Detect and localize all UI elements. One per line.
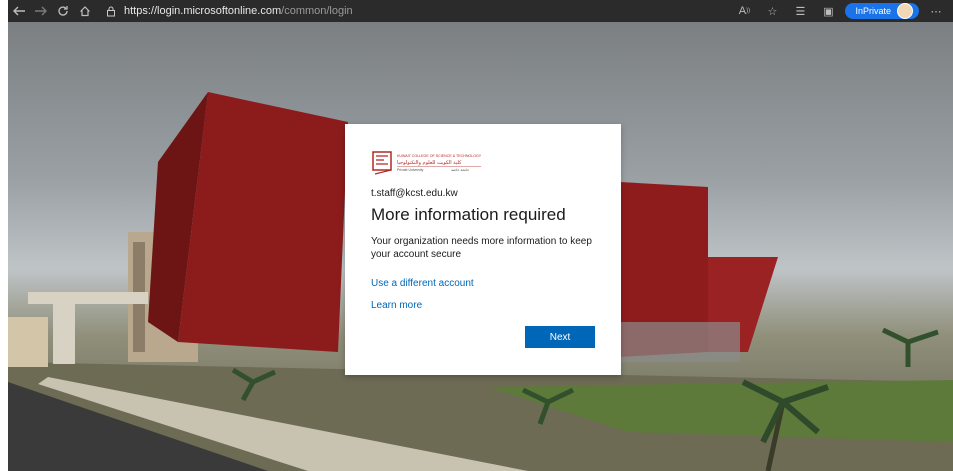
toolbar-right: A)) ☆ ☰ ▣ InPrivate ⋯ — [733, 0, 947, 22]
add-favorite-icon[interactable]: ☆ — [761, 0, 783, 22]
collections-icon[interactable]: ▣ — [817, 0, 839, 22]
more-icon[interactable]: ⋯ — [925, 0, 947, 22]
inprivate-label: InPrivate — [855, 6, 891, 16]
description-text: Your organization needs more information… — [371, 236, 592, 260]
logo-sub-ar: جامعة خاصة — [451, 168, 469, 172]
refresh-icon[interactable] — [52, 0, 74, 22]
profile-icon — [897, 3, 913, 19]
read-aloud-icon[interactable]: A)) — [733, 0, 755, 22]
favorites-icon[interactable]: ☰ — [789, 0, 811, 22]
logo-text-ar: كلية الكويت للعلوم والتكنولوجيا — [397, 160, 462, 166]
back-icon[interactable] — [8, 0, 30, 22]
logo-text-en: KUWAIT COLLEGE OF SCIENCE & TECHNOLOGY — [397, 154, 482, 158]
inprivate-badge[interactable]: InPrivate — [845, 3, 919, 19]
url-path: /common/login — [281, 5, 353, 17]
left-edge — [0, 0, 8, 471]
page-title: More information required — [371, 205, 566, 224]
next-button[interactable]: Next — [525, 326, 595, 348]
browser-toolbar: https://login.microsoftonline.com/common… — [8, 0, 953, 22]
use-different-account-link[interactable]: Use a different account — [371, 278, 474, 289]
home-icon[interactable] — [74, 0, 96, 22]
kcst-logo: KUWAIT COLLEGE OF SCIENCE & TECHNOLOGY ك… — [371, 150, 483, 176]
lock-icon[interactable] — [104, 6, 118, 17]
forward-icon[interactable] — [30, 0, 52, 22]
account-email: t.staff@kcst.edu.kw — [371, 188, 458, 199]
url-host: https://login.microsoftonline.com — [124, 5, 282, 17]
sign-in-card: KUWAIT COLLEGE OF SCIENCE & TECHNOLOGY ك… — [345, 124, 621, 375]
logo-sub-en: Private University — [397, 168, 424, 172]
learn-more-link[interactable]: Learn more — [371, 300, 422, 311]
address-bar[interactable]: https://login.microsoftonline.com/common… — [104, 2, 733, 20]
